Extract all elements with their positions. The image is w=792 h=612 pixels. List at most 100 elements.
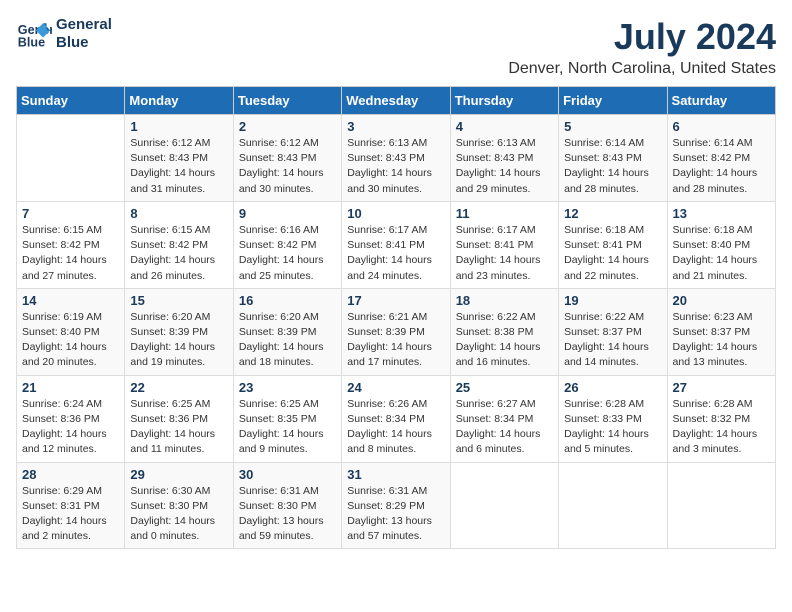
day-number: 31 — [347, 467, 444, 482]
day-number: 2 — [239, 119, 336, 134]
day-info: Sunrise: 6:17 AM Sunset: 8:41 PM Dayligh… — [456, 223, 553, 284]
logo: General Blue General Blue — [16, 16, 112, 52]
calendar-cell: 4 Sunrise: 6:13 AM Sunset: 8:43 PM Daylig… — [450, 115, 558, 202]
day-info: Sunrise: 6:14 AM Sunset: 8:43 PM Dayligh… — [564, 136, 661, 197]
calendar-cell: 29 Sunrise: 6:30 AM Sunset: 8:30 PM Dayli… — [125, 462, 233, 549]
calendar-cell — [450, 462, 558, 549]
day-info: Sunrise: 6:25 AM Sunset: 8:36 PM Dayligh… — [130, 397, 227, 458]
day-info: Sunrise: 6:12 AM Sunset: 8:43 PM Dayligh… — [130, 136, 227, 197]
day-info: Sunrise: 6:19 AM Sunset: 8:40 PM Dayligh… — [22, 310, 119, 371]
day-info: Sunrise: 6:23 AM Sunset: 8:37 PM Dayligh… — [673, 310, 770, 371]
day-number: 18 — [456, 293, 553, 308]
calendar-cell: 8 Sunrise: 6:15 AM Sunset: 8:42 PM Daylig… — [125, 201, 233, 288]
day-info: Sunrise: 6:21 AM Sunset: 8:39 PM Dayligh… — [347, 310, 444, 371]
day-number: 28 — [22, 467, 119, 482]
page-header: General Blue General Blue July 2024 Denv… — [16, 16, 776, 78]
calendar-cell: 25 Sunrise: 6:27 AM Sunset: 8:34 PM Dayli… — [450, 375, 558, 462]
calendar-cell: 20 Sunrise: 6:23 AM Sunset: 8:37 PM Dayli… — [667, 288, 775, 375]
day-number: 30 — [239, 467, 336, 482]
calendar-cell: 16Sunrise: 6:20 AM Sunset: 8:39 PM Dayli… — [233, 288, 341, 375]
day-info: Sunrise: 6:15 AM Sunset: 8:42 PM Dayligh… — [130, 223, 227, 284]
calendar-cell: 9 Sunrise: 6:16 AM Sunset: 8:42 PM Daylig… — [233, 201, 341, 288]
title-block: July 2024 Denver, North Carolina, United… — [508, 16, 776, 78]
day-number: 22 — [130, 380, 227, 395]
calendar-cell: 27Sunrise: 6:28 AM Sunset: 8:32 PM Dayli… — [667, 375, 775, 462]
day-number: 9 — [239, 206, 336, 221]
calendar-cell: 13Sunrise: 6:18 AM Sunset: 8:40 PM Dayli… — [667, 201, 775, 288]
day-number: 26 — [564, 380, 661, 395]
calendar-week-row: 14 Sunrise: 6:19 AM Sunset: 8:40 PM Dayli… — [17, 288, 776, 375]
day-number: 1 — [130, 119, 227, 134]
calendar-cell — [17, 115, 125, 202]
calendar-cell: 23Sunrise: 6:25 AM Sunset: 8:35 PM Dayli… — [233, 375, 341, 462]
day-info: Sunrise: 6:14 AM Sunset: 8:42 PM Dayligh… — [673, 136, 770, 197]
day-number: 14 — [22, 293, 119, 308]
day-number: 23 — [239, 380, 336, 395]
day-info: Sunrise: 6:22 AM Sunset: 8:37 PM Dayligh… — [564, 310, 661, 371]
calendar-cell: 24Sunrise: 6:26 AM Sunset: 8:34 PM Dayli… — [342, 375, 450, 462]
calendar-cell: 2Sunrise: 6:12 AM Sunset: 8:43 PM Daylig… — [233, 115, 341, 202]
day-info: Sunrise: 6:26 AM Sunset: 8:34 PM Dayligh… — [347, 397, 444, 458]
calendar-cell: 28Sunrise: 6:29 AM Sunset: 8:31 PM Dayli… — [17, 462, 125, 549]
day-info: Sunrise: 6:31 AM Sunset: 8:30 PM Dayligh… — [239, 484, 336, 545]
day-info: Sunrise: 6:15 AM Sunset: 8:42 PM Dayligh… — [22, 223, 119, 284]
day-info: Sunrise: 6:20 AM Sunset: 8:39 PM Dayligh… — [239, 310, 336, 371]
calendar-cell: 3Sunrise: 6:13 AM Sunset: 8:43 PM Daylig… — [342, 115, 450, 202]
day-info: Sunrise: 6:24 AM Sunset: 8:36 PM Dayligh… — [22, 397, 119, 458]
calendar-cell: 14 Sunrise: 6:19 AM Sunset: 8:40 PM Dayli… — [17, 288, 125, 375]
day-number: 19 — [564, 293, 661, 308]
day-info: Sunrise: 6:27 AM Sunset: 8:34 PM Dayligh… — [456, 397, 553, 458]
calendar-cell: 19 Sunrise: 6:22 AM Sunset: 8:37 PM Dayli… — [559, 288, 667, 375]
calendar-cell: 1 Sunrise: 6:12 AM Sunset: 8:43 PM Daylig… — [125, 115, 233, 202]
location-title: Denver, North Carolina, United States — [508, 60, 776, 78]
day-info: Sunrise: 6:18 AM Sunset: 8:40 PM Dayligh… — [673, 223, 770, 284]
day-info: Sunrise: 6:28 AM Sunset: 8:33 PM Dayligh… — [564, 397, 661, 458]
calendar-cell: 11 Sunrise: 6:17 AM Sunset: 8:41 PM Dayli… — [450, 201, 558, 288]
calendar-cell: 26 Sunrise: 6:28 AM Sunset: 8:33 PM Dayli… — [559, 375, 667, 462]
day-number: 25 — [456, 380, 553, 395]
calendar-cell: 10Sunrise: 6:17 AM Sunset: 8:41 PM Dayli… — [342, 201, 450, 288]
calendar-week-row: 21 Sunrise: 6:24 AM Sunset: 8:36 PM Dayli… — [17, 375, 776, 462]
day-number: 6 — [673, 119, 770, 134]
calendar-cell: 7 Sunrise: 6:15 AM Sunset: 8:42 PM Daylig… — [17, 201, 125, 288]
day-number: 17 — [347, 293, 444, 308]
logo-general: General — [56, 16, 112, 34]
day-number: 15 — [130, 293, 227, 308]
calendar-cell — [667, 462, 775, 549]
weekday-header-friday: Friday — [559, 87, 667, 115]
day-number: 20 — [673, 293, 770, 308]
calendar-cell: 22 Sunrise: 6:25 AM Sunset: 8:36 PM Dayli… — [125, 375, 233, 462]
calendar-cell — [559, 462, 667, 549]
weekday-header-row: SundayMondayTuesdayWednesdayThursdayFrid… — [17, 87, 776, 115]
day-number: 7 — [22, 206, 119, 221]
calendar-cell: 6 Sunrise: 6:14 AM Sunset: 8:42 PM Daylig… — [667, 115, 775, 202]
day-info: Sunrise: 6:16 AM Sunset: 8:42 PM Dayligh… — [239, 223, 336, 284]
day-number: 5 — [564, 119, 661, 134]
day-info: Sunrise: 6:18 AM Sunset: 8:41 PM Dayligh… — [564, 223, 661, 284]
day-number: 8 — [130, 206, 227, 221]
day-info: Sunrise: 6:20 AM Sunset: 8:39 PM Dayligh… — [130, 310, 227, 371]
weekday-header-monday: Monday — [125, 87, 233, 115]
day-number: 21 — [22, 380, 119, 395]
logo-blue: Blue — [56, 34, 112, 52]
calendar-week-row: 1 Sunrise: 6:12 AM Sunset: 8:43 PM Daylig… — [17, 115, 776, 202]
day-info: Sunrise: 6:28 AM Sunset: 8:32 PM Dayligh… — [673, 397, 770, 458]
calendar-cell: 21 Sunrise: 6:24 AM Sunset: 8:36 PM Dayli… — [17, 375, 125, 462]
calendar-cell: 5 Sunrise: 6:14 AM Sunset: 8:43 PM Daylig… — [559, 115, 667, 202]
day-number: 11 — [456, 206, 553, 221]
weekday-header-sunday: Sunday — [17, 87, 125, 115]
weekday-header-tuesday: Tuesday — [233, 87, 341, 115]
weekday-header-thursday: Thursday — [450, 87, 558, 115]
calendar-cell: 12Sunrise: 6:18 AM Sunset: 8:41 PM Dayli… — [559, 201, 667, 288]
day-number: 4 — [456, 119, 553, 134]
day-info: Sunrise: 6:31 AM Sunset: 8:29 PM Dayligh… — [347, 484, 444, 545]
day-info: Sunrise: 6:13 AM Sunset: 8:43 PM Dayligh… — [347, 136, 444, 197]
calendar-cell: 17 Sunrise: 6:21 AM Sunset: 8:39 PM Dayli… — [342, 288, 450, 375]
calendar-table: SundayMondayTuesdayWednesdayThursdayFrid… — [16, 86, 776, 549]
day-info: Sunrise: 6:13 AM Sunset: 8:43 PM Dayligh… — [456, 136, 553, 197]
calendar-cell: 30 Sunrise: 6:31 AM Sunset: 8:30 PM Dayli… — [233, 462, 341, 549]
day-number: 29 — [130, 467, 227, 482]
day-info: Sunrise: 6:30 AM Sunset: 8:30 PM Dayligh… — [130, 484, 227, 545]
calendar-cell: 31 Sunrise: 6:31 AM Sunset: 8:29 PM Dayli… — [342, 462, 450, 549]
day-info: Sunrise: 6:17 AM Sunset: 8:41 PM Dayligh… — [347, 223, 444, 284]
